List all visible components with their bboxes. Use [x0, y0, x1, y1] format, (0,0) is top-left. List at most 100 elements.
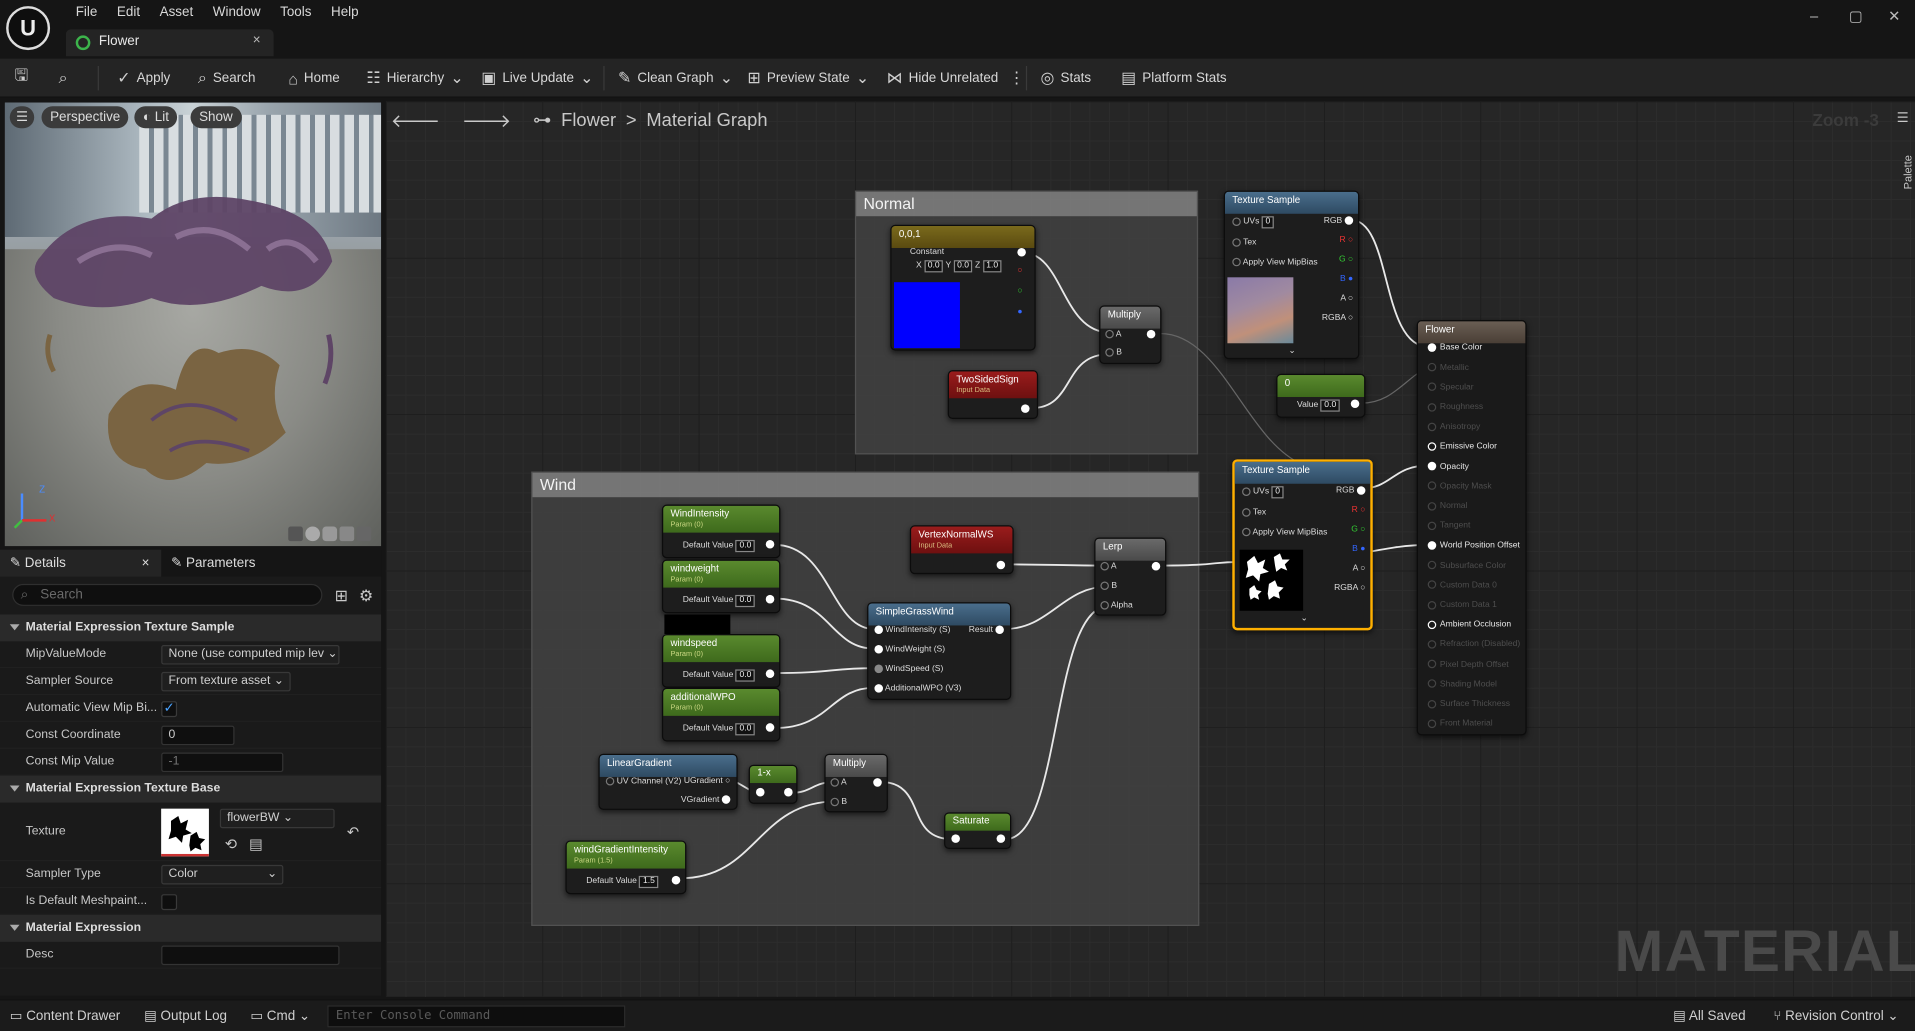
- node-constant3[interactable]: 0,0,1 Constant X 0.0 Y 0.0 Z 1.0 ○ ○ ●: [890, 224, 1036, 351]
- pin-a[interactable]: A: [1100, 561, 1117, 571]
- constant-x[interactable]: 0.0: [924, 260, 944, 273]
- pin-a[interactable]: A ○: [1353, 564, 1366, 573]
- flower-pin[interactable]: Shading Model: [1427, 679, 1497, 689]
- cmd-dropdown[interactable]: ▭ Cmd ⌄: [250, 1000, 310, 1031]
- flower-pin[interactable]: Specular: [1427, 382, 1474, 392]
- uvs-value[interactable]: 0: [1271, 486, 1284, 499]
- node-vertexnormalws[interactable]: VertexNormalWS Input Data: [909, 525, 1014, 575]
- flower-pin[interactable]: Custom Data 1: [1427, 600, 1497, 610]
- node-texture-sample-2[interactable]: Texture Sample UVs 0 Tex Apply View MipB…: [1232, 459, 1373, 631]
- output-log-button[interactable]: ▤ Output Log: [144, 1000, 227, 1031]
- default-value-input[interactable]: 1.5: [639, 875, 659, 889]
- default-value-field[interactable]: Default Value 1.5: [586, 875, 659, 889]
- flower-pin[interactable]: Pixel Depth Offset: [1427, 659, 1509, 669]
- pin-tex[interactable]: Tex: [1242, 508, 1266, 517]
- default-value-field[interactable]: Default Value 0.0: [683, 594, 756, 608]
- default-value-input[interactable]: 0.0: [735, 539, 756, 553]
- flower-pin[interactable]: Roughness: [1427, 402, 1483, 412]
- pin-out[interactable]: [996, 560, 1006, 570]
- default-value-field[interactable]: Default Value 0.0: [683, 669, 756, 682]
- flower-pin[interactable]: Custom Data 0: [1427, 580, 1497, 590]
- flower-pin[interactable]: Opacity: [1427, 461, 1469, 471]
- pin-apply-mip[interactable]: Apply View MipBias: [1242, 527, 1327, 537]
- pin-in[interactable]: [951, 834, 960, 843]
- constant-z[interactable]: 1.0: [982, 260, 1002, 273]
- pin-in[interactable]: [755, 787, 765, 797]
- all-saved-button[interactable]: ▤ All Saved: [1673, 1000, 1745, 1031]
- pin-out[interactable]: [784, 787, 793, 797]
- flower-pin[interactable]: Base Color: [1427, 343, 1482, 352]
- pin-apply-mip[interactable]: Apply View MipBias: [1232, 257, 1318, 267]
- pin-b[interactable]: B ●: [1352, 545, 1365, 554]
- pin-uvs[interactable]: UVs 0: [1232, 216, 1274, 229]
- pin-out[interactable]: [873, 778, 882, 787]
- pin-b[interactable]: B: [830, 797, 847, 807]
- node-multiply-normal[interactable]: Multiply A B: [1099, 305, 1162, 365]
- pin-uv-channel[interactable]: UV Channel (V2): [605, 776, 681, 786]
- pin-ugradient[interactable]: UGradient ○: [684, 777, 731, 786]
- pin-out[interactable]: [765, 539, 775, 549]
- pin-b[interactable]: B ●: [1340, 275, 1353, 284]
- default-value-input[interactable]: 0.0: [735, 669, 756, 682]
- content-drawer-button[interactable]: ▭ Content Drawer: [10, 1000, 121, 1031]
- default-value-input[interactable]: 0.0: [735, 594, 756, 608]
- flower-pin[interactable]: Ambient Occlusion: [1427, 620, 1511, 629]
- pin-b[interactable]: B: [1105, 348, 1122, 357]
- pin-additionalwpo[interactable]: AdditionalWPO (V3): [874, 684, 961, 693]
- default-value-field[interactable]: Default Value 0.0: [683, 539, 756, 553]
- value-input[interactable]: 0.0: [1320, 399, 1340, 412]
- pin-tex[interactable]: Tex: [1232, 238, 1256, 247]
- pin-r[interactable]: R ○: [1352, 506, 1366, 515]
- pin-alpha[interactable]: Alpha: [1100, 601, 1133, 610]
- flower-pin[interactable]: Opacity Mask: [1427, 481, 1492, 491]
- pin-rgb[interactable]: RGB: [1324, 216, 1354, 225]
- node-param-windweight[interactable]: windweight Param (0) Default Value 0.0: [661, 559, 781, 614]
- pin-out[interactable]: [765, 669, 775, 678]
- pin-out[interactable]: [1350, 399, 1360, 409]
- pin-g[interactable]: ○: [1017, 287, 1022, 296]
- pin-r[interactable]: R ○: [1339, 236, 1353, 245]
- flower-pin[interactable]: Anisotropy: [1427, 422, 1480, 431]
- node-param-windspeed[interactable]: windspeed Param (0) Default Value 0.0: [661, 634, 781, 688]
- pin-rgba[interactable]: RGBA ○: [1334, 584, 1365, 593]
- node-param-windgradientintensity[interactable]: windGradientIntensity Param (1.5) Default…: [565, 840, 687, 895]
- default-value-field[interactable]: Default Value 0.0: [683, 723, 756, 736]
- node-saturate[interactable]: Saturate: [944, 812, 1012, 850]
- pin-b[interactable]: B: [1100, 581, 1117, 590]
- revision-control-button[interactable]: ⑂ Revision Control ⌄: [1773, 1000, 1898, 1031]
- pin-out[interactable]: [1146, 329, 1156, 339]
- pin-out[interactable]: [996, 834, 1006, 843]
- flower-pin[interactable]: World Position Offset: [1427, 541, 1520, 550]
- pin-out[interactable]: [765, 594, 775, 604]
- flower-pin[interactable]: Surface Thickness: [1427, 699, 1510, 708]
- pin-out[interactable]: [1151, 561, 1161, 571]
- expand-icon[interactable]: ⌄: [1301, 613, 1308, 623]
- node-param-additionalwpo[interactable]: additionalWPO Param (0) Default Value 0.0: [661, 687, 781, 742]
- constant-y[interactable]: 0.0: [953, 260, 973, 273]
- node-param-windintensity[interactable]: WindIntensity Param (0) Default Value 0.0: [661, 504, 781, 559]
- node-oneminus[interactable]: 1-x: [748, 764, 798, 804]
- node-texture-sample-1[interactable]: Texture Sample UVs 0 Tex Apply View MipB…: [1223, 190, 1360, 360]
- flower-pin[interactable]: Subsurface Color: [1427, 560, 1506, 570]
- pin-g[interactable]: G ○: [1339, 255, 1353, 264]
- pin-windintensity[interactable]: WindIntensity (S): [874, 625, 950, 634]
- pin-out[interactable]: [765, 723, 775, 732]
- pin-rgb[interactable]: RGB: [1336, 486, 1366, 495]
- pin-out[interactable]: [1017, 247, 1026, 257]
- flower-pin[interactable]: Refraction (Disabled): [1427, 640, 1520, 649]
- flower-pin[interactable]: Front Material: [1427, 719, 1493, 728]
- console-input[interactable]: Enter Console Command: [327, 1005, 626, 1028]
- uvs-value[interactable]: 0: [1261, 216, 1274, 229]
- node-multiply-wind[interactable]: Multiply A B: [824, 753, 888, 813]
- pin-windspeed[interactable]: WindSpeed (S): [874, 664, 943, 674]
- pin-windweight[interactable]: WindWeight (S): [874, 645, 945, 654]
- pin-a[interactable]: A ○: [1340, 294, 1353, 303]
- pin-a[interactable]: A: [1105, 329, 1121, 339]
- flower-pin[interactable]: Emissive Color: [1427, 442, 1497, 451]
- node-simplegrasswind[interactable]: SimpleGrassWind WindIntensity (S) WindWe…: [867, 602, 1012, 700]
- node-lineargradient[interactable]: LinearGradient UV Channel (V2) UGradient…: [598, 753, 738, 810]
- node-twosidedsign[interactable]: TwoSidedSign Input Data: [947, 370, 1039, 420]
- pin-out[interactable]: [1021, 404, 1030, 413]
- default-value-input[interactable]: 0.0: [735, 723, 756, 736]
- flower-pin[interactable]: Metallic: [1427, 363, 1469, 372]
